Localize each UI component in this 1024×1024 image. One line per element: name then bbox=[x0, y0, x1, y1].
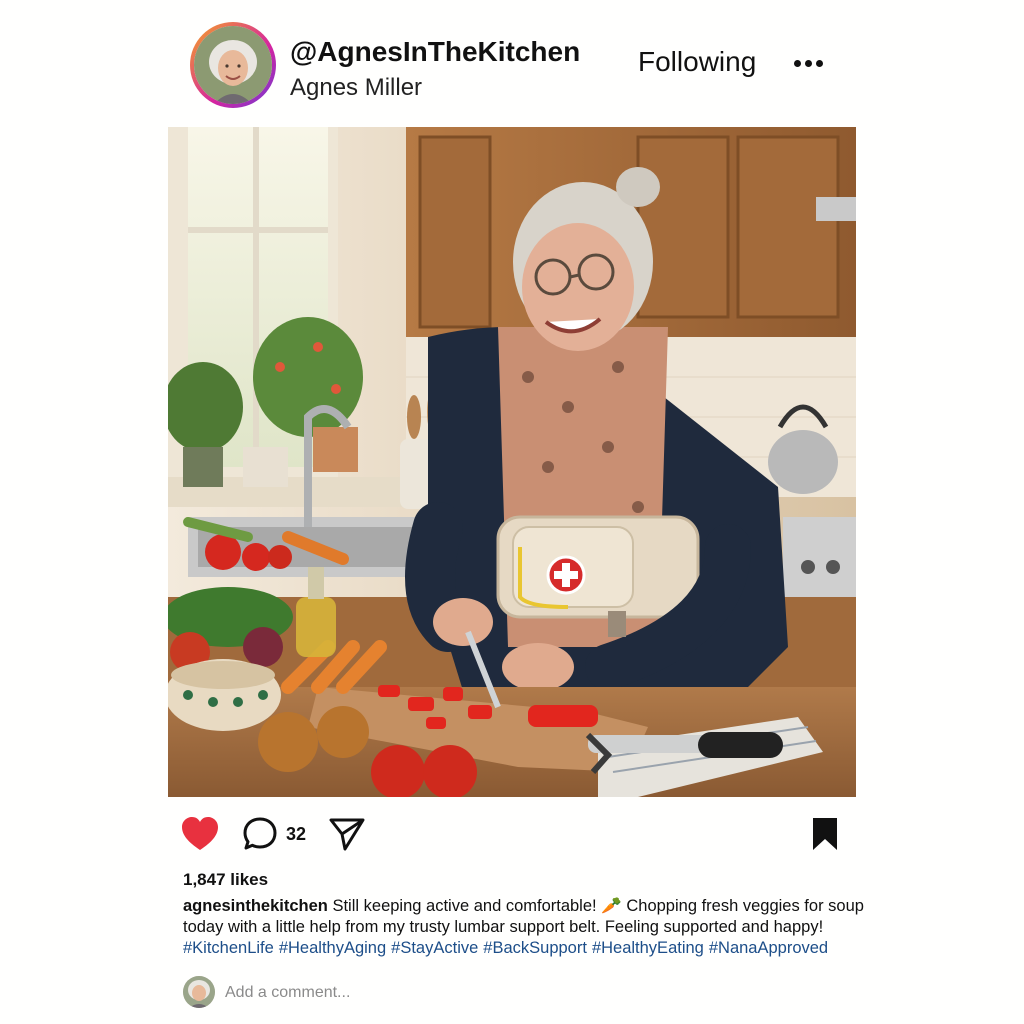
more-options-icon[interactable] bbox=[794, 54, 830, 70]
dot bbox=[805, 60, 812, 67]
hashtag-link[interactable]: #HealthyAging bbox=[279, 939, 386, 957]
profile-avatar[interactable] bbox=[190, 22, 276, 108]
dot bbox=[794, 60, 801, 67]
instagram-post: @AgnesInTheKitchen Agnes Miller Followin… bbox=[0, 0, 1024, 1024]
caption-text-start: Still keeping active and comfortable! bbox=[332, 897, 597, 915]
bookmark-icon[interactable] bbox=[810, 816, 840, 857]
hashtag-link[interactable]: #BackSupport bbox=[483, 939, 587, 957]
post-header: @AgnesInTheKitchen Agnes Miller Followin… bbox=[190, 20, 840, 110]
hashtag-link[interactable]: #KitchenLife bbox=[183, 939, 274, 957]
heart-icon[interactable] bbox=[180, 816, 220, 857]
post-handle[interactable]: @AgnesInTheKitchen bbox=[290, 36, 580, 68]
comment-input[interactable] bbox=[223, 980, 787, 1006]
comment-count: 32 bbox=[286, 824, 307, 844]
hashtag-link[interactable]: #StayActive bbox=[391, 939, 478, 957]
display-name: Agnes Miller bbox=[290, 74, 423, 101]
post-caption: agnesinthekitchen Still keeping active a… bbox=[183, 896, 893, 959]
post-actions: 32 bbox=[180, 812, 844, 856]
comment-icon[interactable] bbox=[242, 816, 278, 857]
caption-username[interactable]: agnesinthekitchen bbox=[183, 897, 328, 915]
post-photo[interactable] bbox=[168, 127, 856, 797]
following-button[interactable]: Following bbox=[638, 46, 756, 78]
hashtag-link[interactable]: #HealthyEating bbox=[592, 939, 704, 957]
carrot-emoji: 🥕 bbox=[601, 897, 622, 915]
send-icon[interactable] bbox=[328, 816, 366, 857]
avatar-image bbox=[194, 26, 272, 104]
dot bbox=[816, 60, 823, 67]
add-comment-row bbox=[183, 976, 843, 1010]
likes-count[interactable]: 1,847 likes bbox=[183, 870, 268, 890]
hashtag-link[interactable]: #NanaApproved bbox=[709, 939, 828, 957]
commenter-avatar bbox=[183, 976, 215, 1008]
